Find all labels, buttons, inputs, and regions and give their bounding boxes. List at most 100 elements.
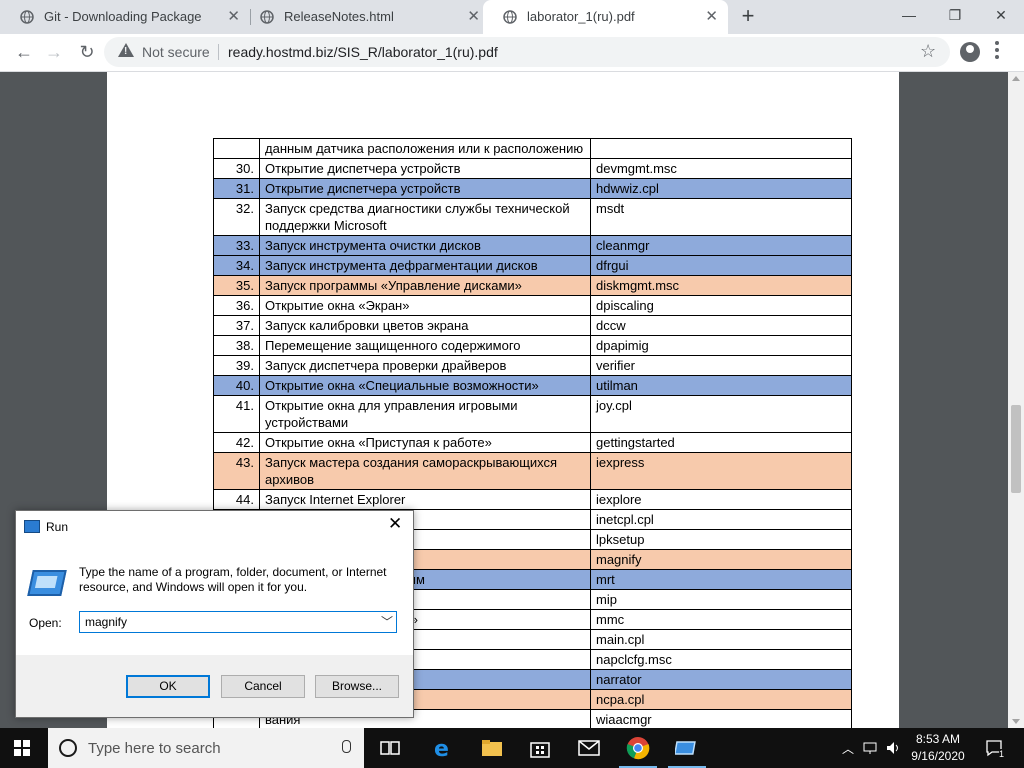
- store-icon[interactable]: [528, 736, 552, 760]
- row-description-cell: Запуск средства диагностики службы техни…: [259, 198, 591, 236]
- tab-close-icon[interactable]: ✕: [227, 0, 240, 34]
- microphone-icon[interactable]: [342, 740, 351, 753]
- mail-icon[interactable]: [577, 736, 601, 760]
- security-label[interactable]: Not secure: [142, 44, 210, 60]
- row-description-cell: Запуск калибровки цветов экрана: [259, 315, 591, 336]
- profile-avatar-icon[interactable]: [960, 42, 980, 62]
- tab-release-notes[interactable]: ReleaseNotes.html ✕: [240, 0, 490, 34]
- reload-button[interactable]: ↻: [75, 40, 99, 64]
- row-description-cell: Открытие диспетчера устройств: [259, 158, 591, 179]
- row-number-cell: 30.: [213, 158, 260, 179]
- row-description-cell: Открытие диспетчера устройств: [259, 178, 591, 199]
- row-description-cell: Открытие окна для управления игровыми ус…: [259, 395, 591, 433]
- taskbar: Type here to search e ︿ 8:53 AM 9/16/202…: [0, 728, 1024, 768]
- ok-button[interactable]: OK: [126, 675, 210, 698]
- row-description-cell: Открытие окна «Приступая к работе»: [259, 432, 591, 453]
- address-bar[interactable]: ! Not secure ready.hostmd.biz/SIS_R/labo…: [104, 37, 950, 67]
- row-description-cell: Запуск диспетчера проверки драйверов: [259, 355, 591, 376]
- svg-text:e: e: [434, 737, 449, 760]
- network-icon[interactable]: [862, 740, 878, 756]
- row-command-cell: dccw: [590, 315, 852, 336]
- row-description-cell: Запуск инструмента дефрагментации дисков: [259, 255, 591, 276]
- row-number-cell: 43.: [213, 452, 260, 490]
- row-command-cell: joy.cpl: [590, 395, 852, 433]
- row-command-cell: napclcfg.msc: [590, 649, 852, 670]
- row-number-cell: 40.: [213, 375, 260, 396]
- chevron-down-icon[interactable]: ﹀: [381, 613, 393, 630]
- minimize-icon[interactable]: —: [886, 0, 932, 32]
- system-clock[interactable]: 8:53 AM 9/16/2020: [908, 731, 968, 765]
- file-explorer-icon[interactable]: [480, 736, 504, 760]
- run-app-icon[interactable]: [675, 736, 699, 760]
- row-description-cell: Открытие окна «Экран»: [259, 295, 591, 316]
- warning-icon[interactable]: !: [118, 43, 134, 57]
- row-description-cell: Перемещение защищенного содержимого: [259, 335, 591, 356]
- row-description-cell: Запуск Internet Explorer: [259, 489, 591, 510]
- open-input-value[interactable]: magnify: [85, 615, 127, 629]
- new-tab-button[interactable]: +: [737, 0, 759, 34]
- chrome-icon[interactable]: [626, 736, 650, 760]
- table-row: данным датчика расположения или к распол…: [213, 138, 852, 159]
- row-command-cell: magnify: [590, 549, 852, 570]
- scrollbar-thumb[interactable]: [1011, 405, 1021, 493]
- forward-button[interactable]: →: [42, 40, 66, 64]
- table-row: 32. Запуск средства диагностики службы те…: [213, 198, 852, 236]
- table-row: 39. Запуск диспетчера проверки драйверов v…: [213, 355, 852, 376]
- row-number-cell: 35.: [213, 275, 260, 296]
- restore-icon[interactable]: ❐: [932, 0, 978, 32]
- scroll-up-icon[interactable]: [1012, 76, 1020, 81]
- back-button[interactable]: ←: [12, 40, 36, 64]
- run-dialog-footer: OK Cancel Browse...: [16, 655, 413, 717]
- tab-strip: Git - Downloading Package ✕ ReleaseNotes…: [0, 0, 1024, 34]
- tab-git-download[interactable]: Git - Downloading Package ✕: [0, 0, 250, 34]
- volume-icon[interactable]: [885, 740, 901, 756]
- row-command-cell: narrator: [590, 669, 852, 690]
- row-command-cell: mmc: [590, 609, 852, 630]
- close-icon[interactable]: ✕: [388, 514, 402, 534]
- row-number-cell: 34.: [213, 255, 260, 276]
- table-row: 36. Открытие окна «Экран» dpiscaling: [213, 295, 852, 316]
- open-label: Open:: [29, 616, 62, 630]
- kebab-menu-icon[interactable]: [995, 41, 999, 62]
- windows-start-icon[interactable]: [14, 740, 30, 756]
- run-dialog-body: Type the name of a program, folder, docu…: [16, 548, 413, 652]
- row-command-cell: iexplore: [590, 489, 852, 510]
- row-command-cell: lpksetup: [590, 529, 852, 550]
- row-command-cell: devmgmt.msc: [590, 158, 852, 179]
- row-description-cell: данным датчика расположения или к распол…: [259, 138, 591, 159]
- search-placeholder: Type here to search: [88, 740, 221, 757]
- close-icon[interactable]: ✕: [978, 0, 1024, 32]
- row-number-cell: [213, 138, 260, 159]
- row-command-cell: ncpa.cpl: [590, 689, 852, 710]
- scroll-down-icon[interactable]: [1012, 719, 1020, 724]
- table-row: 40. Открытие окна «Специальные возможност…: [213, 375, 852, 396]
- tab-laborator-pdf[interactable]: laborator_1(ru).pdf ✕: [483, 0, 728, 34]
- address-divider: [218, 44, 219, 60]
- row-command-cell: iexpress: [590, 452, 852, 490]
- row-command-cell: diskmgmt.msc: [590, 275, 852, 296]
- tab-close-icon[interactable]: ✕: [705, 0, 718, 34]
- notification-badge: 1: [999, 749, 1005, 759]
- row-number-cell: 36.: [213, 295, 260, 316]
- clock-time: 8:53 AM: [915, 732, 961, 746]
- row-number-cell: 32.: [213, 198, 260, 236]
- table-row: 30. Открытие диспетчера устройств devmgmt.…: [213, 158, 852, 179]
- browse-button[interactable]: Browse...: [315, 675, 399, 698]
- cancel-button[interactable]: Cancel: [221, 675, 305, 698]
- taskbar-search-box[interactable]: Type here to search: [48, 728, 364, 768]
- run-app-icon: [27, 570, 67, 596]
- tab-close-icon[interactable]: ✕: [467, 0, 480, 34]
- open-combobox[interactable]: magnify ﹀: [79, 611, 397, 633]
- url-text[interactable]: ready.hostmd.biz/SIS_R/laborator_1(ru).p…: [228, 44, 498, 60]
- edge-icon[interactable]: e: [431, 736, 455, 760]
- bookmark-star-icon[interactable]: ☆: [920, 41, 936, 62]
- tab-title: laborator_1(ru).pdf: [527, 9, 635, 24]
- table-row: 38. Перемещение защищенного содержимого dp…: [213, 335, 852, 356]
- show-hidden-icons-icon[interactable]: ︿: [842, 740, 854, 757]
- row-command-cell: mrt: [590, 569, 852, 590]
- vertical-scrollbar[interactable]: [1008, 72, 1024, 728]
- row-command-cell: verifier: [590, 355, 852, 376]
- table-row: 43. Запуск мастера создания самораскрываю…: [213, 452, 852, 490]
- cortana-icon: [59, 739, 77, 757]
- task-view-icon[interactable]: [378, 736, 402, 760]
